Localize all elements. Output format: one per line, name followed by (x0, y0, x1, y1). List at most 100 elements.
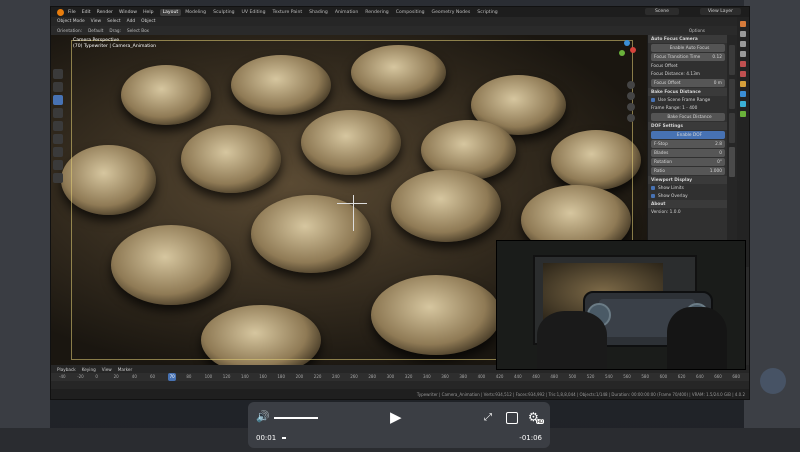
timeline-frame-label: 280 (368, 374, 377, 379)
timeline-view-menu[interactable]: View (102, 367, 112, 372)
move-tool-icon[interactable] (53, 95, 63, 105)
blender-topbar: File Edit Render Window Help Layout Mode… (51, 7, 749, 17)
physics-properties-icon[interactable] (740, 101, 746, 107)
add-cube-tool-icon[interactable] (53, 173, 63, 183)
scene-selector[interactable]: Scene (644, 8, 679, 15)
ratio-field[interactable]: Ratio 1.000 (651, 167, 725, 175)
play-button[interactable]: ▶ (390, 409, 406, 425)
tab-view[interactable] (729, 113, 735, 143)
camera-data-icon[interactable] (740, 111, 746, 117)
hd-badge: HD (536, 419, 545, 424)
use-range-checkbox[interactable]: Use Scene Frame Range (648, 96, 728, 104)
dof-settings-heading: DOF Settings (648, 122, 728, 130)
blender-logo-icon[interactable] (57, 8, 64, 16)
tab-shading[interactable]: Shading (306, 9, 331, 16)
object-properties-icon[interactable] (740, 81, 746, 87)
background-avatar (760, 368, 786, 394)
focus-crosshair (337, 203, 367, 204)
menu-select[interactable]: Select (107, 19, 121, 24)
timeline-frame-label: -40 (59, 374, 66, 379)
menu-render[interactable]: Render (97, 10, 113, 15)
perspective-toggle-icon[interactable] (627, 114, 635, 122)
timeline-frame-label: 680 (732, 374, 741, 379)
fstop-field[interactable]: F-Stop 2.8 (651, 140, 725, 148)
transform-tool-icon[interactable] (53, 134, 63, 144)
mode-dropdown[interactable]: Object Mode (57, 19, 85, 24)
menu-file[interactable]: File (68, 10, 76, 15)
scale-tool-icon[interactable] (53, 121, 63, 131)
timeline-frame-label: 520 (586, 374, 595, 379)
menu-object[interactable]: Object (141, 19, 155, 24)
timeline-frame-label: 160 (259, 374, 267, 379)
show-limits-checkbox[interactable]: Show Limits (648, 184, 728, 192)
timeline-frame-label: 360 (441, 374, 449, 379)
orientation-dropdown[interactable]: Default (88, 28, 103, 33)
timeline-keying-menu[interactable]: Keying (82, 367, 96, 372)
timeline-frame-label: 140 (241, 374, 249, 379)
options-dropdown[interactable]: Options (689, 28, 705, 33)
fullscreen-icon[interactable]: ⤢ (484, 412, 496, 424)
render-properties-icon[interactable] (740, 31, 746, 37)
focus-offset-heading: Focus Offset (651, 63, 678, 69)
tab-geometry-nodes[interactable]: Geometry Nodes (429, 9, 474, 16)
menu-help[interactable]: Help (143, 10, 153, 15)
enable-dof-button[interactable]: Enable DOF (651, 131, 725, 139)
camera-view-icon[interactable] (627, 103, 635, 111)
scene-properties-icon[interactable] (740, 61, 746, 67)
picture-in-picture-icon[interactable] (506, 412, 518, 424)
tab-animation[interactable]: Animation (332, 9, 361, 16)
timeline-frame-label: 640 (696, 374, 704, 379)
timeline-frame-label: 200 (295, 374, 304, 379)
zoom-icon[interactable] (627, 81, 635, 89)
tab-tool[interactable] (729, 79, 735, 109)
navigation-gizmo-icon[interactable] (617, 39, 637, 59)
current-frame-indicator[interactable]: 70 (168, 373, 177, 381)
focus-offset-field[interactable]: Focus Offset 0 m (651, 79, 725, 87)
rotation-field[interactable]: Rotation 0° (651, 158, 725, 166)
tab-rendering[interactable]: Rendering (362, 9, 391, 16)
progress-bar[interactable] (282, 437, 287, 439)
view-layer-selector[interactable]: View Layer (699, 8, 741, 15)
tab-scripting[interactable]: Scripting (474, 9, 500, 16)
annotate-tool-icon[interactable] (53, 147, 63, 157)
volume-icon[interactable]: 🔊 (256, 411, 270, 423)
tab-auto-focus[interactable] (729, 147, 735, 177)
tab-modeling[interactable]: Modeling (182, 9, 209, 16)
show-overlay-checkbox[interactable]: Show Overlay (648, 192, 728, 200)
measure-tool-icon[interactable] (53, 160, 63, 170)
menu-add[interactable]: Add (127, 19, 136, 24)
tab-layout[interactable]: Layout (159, 8, 182, 16)
modifier-properties-icon[interactable] (740, 91, 746, 97)
timeline-frame-label: 400 (477, 374, 486, 379)
output-properties-icon[interactable] (740, 41, 746, 47)
world-properties-icon[interactable] (740, 71, 746, 77)
bake-focus-button[interactable]: Bake Focus Distance (651, 113, 725, 121)
timeline-playback-menu[interactable]: Playback (57, 367, 76, 372)
tab-item[interactable] (729, 45, 735, 75)
transition-time-field[interactable]: Focus Transition Time 0.12 (651, 53, 725, 61)
blades-field[interactable]: Blades 0 (651, 149, 725, 157)
tab-compositing[interactable]: Compositing (393, 9, 428, 16)
tab-texture-paint[interactable]: Texture Paint (270, 9, 306, 16)
view-layer-icon[interactable] (740, 51, 746, 57)
timeline-frame-label: 340 (423, 374, 431, 379)
volume-slider[interactable] (274, 417, 318, 419)
timeline-frame-label: 100 (204, 374, 213, 379)
menu-edit[interactable]: Edit (82, 10, 91, 15)
tool-properties-icon[interactable] (740, 21, 746, 27)
timeline-marker-menu[interactable]: Marker (118, 367, 132, 372)
enable-auto-focus-button[interactable]: Enable Auto Focus (651, 44, 725, 52)
timeline-frame-label: 300 (386, 374, 395, 379)
timeline-frame-label: 0 (95, 374, 98, 379)
menu-window[interactable]: Window (119, 10, 137, 15)
timeline-frame-label: 260 (350, 374, 358, 379)
menu-view[interactable]: View (91, 19, 101, 24)
rotate-tool-icon[interactable] (53, 108, 63, 118)
cursor-tool-icon[interactable] (53, 82, 63, 92)
pan-icon[interactable] (627, 92, 635, 100)
tab-sculpting[interactable]: Sculpting (210, 9, 237, 16)
timeline-ruler[interactable]: -40 -20 0 20 40 60 70 80 100 120 140 160 180 200 220 24… (51, 373, 749, 381)
select-tool-icon[interactable] (53, 69, 63, 79)
tab-uv-editing[interactable]: UV Editing (239, 9, 269, 16)
drag-dropdown[interactable]: Select Box (127, 28, 149, 33)
